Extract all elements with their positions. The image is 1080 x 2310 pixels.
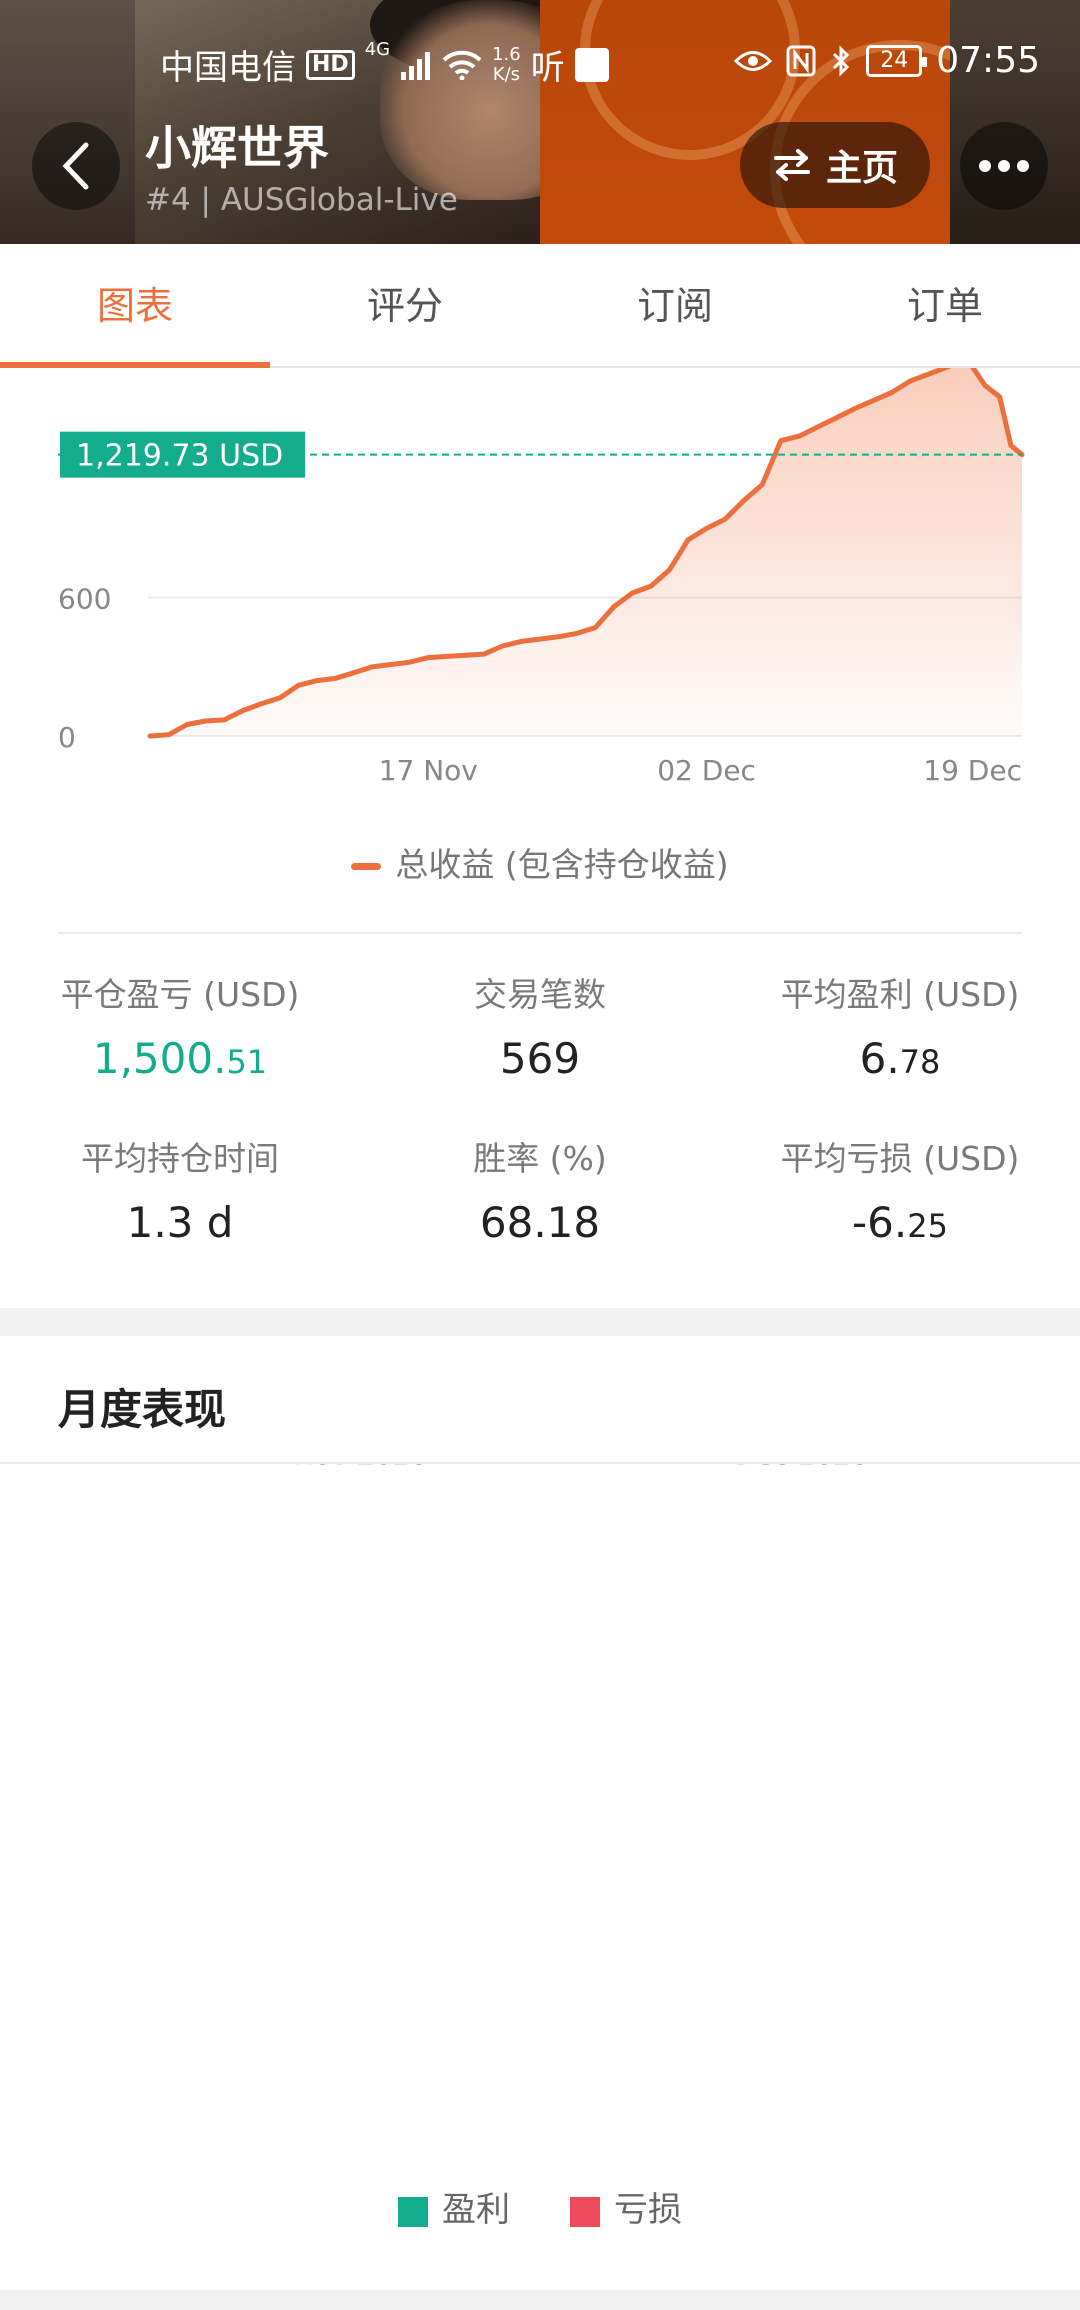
stat-label: 平仓盈亏 (USD): [60, 975, 300, 1014]
x-tick-label: 02 Dec: [657, 754, 756, 787]
bluetooth-icon: [833, 44, 850, 77]
tab-bar: 图表 评分 订阅 订单: [0, 244, 1080, 368]
y-tick-label: 600: [58, 583, 111, 616]
chevron-left-icon: [62, 142, 89, 190]
carrier-label: 中国电信: [160, 48, 296, 88]
equity-chart: 0 600 17 Nov 02 Dec 19 Dec 1,219.73 USD: [58, 368, 1025, 787]
stat-value: 68.18: [479, 1198, 601, 1247]
monthly-performance-section: 月度表现 04008001.2K1.6KNov 2020Dec 2020 盈利 …: [0, 1336, 1080, 2290]
tab-rating[interactable]: 评分: [270, 244, 540, 366]
stat-value: 569: [499, 1034, 581, 1083]
equity-area: [150, 368, 1022, 736]
page-title: 小辉世界: [145, 121, 329, 175]
more-dot-icon: [998, 160, 1010, 172]
legend-label: 总收益 (包含持仓收益): [395, 845, 729, 884]
stat-label: 交易笔数: [474, 975, 606, 1014]
stat-value: 1.3 d: [126, 1198, 234, 1247]
clock: 07:55: [936, 40, 1040, 81]
tab-subscribe[interactable]: 订阅: [540, 244, 810, 366]
signal-icon: [401, 51, 431, 80]
network-type: 4G: [364, 39, 391, 60]
more-options-button[interactable]: [960, 122, 1048, 210]
tab-chart[interactable]: 图表: [0, 244, 270, 368]
stat-label: 平均亏损 (USD): [780, 1139, 1020, 1178]
legend-label-loss: 亏损: [614, 2190, 682, 2230]
battery-icon: 24: [866, 44, 928, 77]
listen-app-icon: 听: [530, 48, 565, 88]
stat-trades: 交易笔数 569: [360, 968, 720, 1083]
section-title: 月度表现: [58, 1385, 227, 1434]
stat-label: 平均盈利 (USD): [780, 975, 1020, 1014]
stat-value-int: 1,500.: [92, 1034, 227, 1083]
app-root: 中国电信 HD 4G 1.6 K/s 听 24 07:55 小辉世界 #4 | …: [0, 0, 1080, 2310]
net-speed-unit: K/s: [492, 63, 521, 85]
title-block: 小辉世界 #4 | AUSGlobal-Live: [145, 118, 458, 218]
stat-avg-loss: 平均亏损 (USD) -6.25: [720, 1132, 1080, 1247]
stat-avg-hold-time: 平均持仓时间 1.3 d: [0, 1132, 360, 1247]
legend-item-loss[interactable]: 亏损: [570, 2182, 682, 2231]
hd-badge: HD: [306, 49, 355, 80]
profile-header: 中国电信 HD 4G 1.6 K/s 听 24 07:55 小辉世界 #4 | …: [0, 0, 1080, 244]
more-dot-icon: [979, 160, 991, 172]
stat-value-int: -6.: [852, 1198, 908, 1247]
stat-win-rate: 胜率 (%) 68.18: [360, 1132, 720, 1247]
wifi-icon: [442, 50, 482, 80]
x-tick-label: Dec 2020: [734, 1464, 868, 1471]
x-tick-label: 19 Dec: [923, 754, 1022, 787]
stat-value-dec: 78: [899, 1043, 941, 1081]
stat-avg-profit: 平均盈利 (USD) 6.78: [720, 968, 1080, 1083]
back-button[interactable]: [32, 122, 120, 210]
legend-swatch-profit: [398, 2196, 428, 2227]
equity-legend: 总收益 (包含持仓收益): [0, 838, 1080, 886]
account-subtitle: #4 | AUSGlobal-Live: [145, 182, 458, 218]
more-dot-icon: [1017, 160, 1029, 172]
x-tick-label: Nov 2020: [293, 1464, 428, 1471]
bar-legend: 盈利 亏损: [0, 2182, 1080, 2231]
stat-value-dec: 51: [226, 1043, 268, 1081]
status-bar: 中国电信 HD 4G 1.6 K/s 听 24 07:55: [0, 32, 1080, 92]
stat-value: 6.78: [720, 1034, 1080, 1083]
swap-icon: [773, 149, 810, 181]
legend-swatch: [351, 863, 382, 870]
home-button[interactable]: 主页: [740, 122, 930, 208]
stat-value: -6.25: [720, 1198, 1080, 1247]
legend-item-profit[interactable]: 盈利: [398, 2182, 510, 2231]
app-notification-icon: [574, 47, 609, 82]
stat-value: 1,500.51: [0, 1034, 360, 1083]
eye-icon: [734, 50, 773, 71]
x-tick-label: 17 Nov: [379, 754, 478, 787]
stat-value-dec: 25: [907, 1207, 948, 1245]
tab-orders[interactable]: 订单: [810, 244, 1080, 366]
stat-label: 胜率 (%): [473, 1139, 607, 1178]
stat-closed-pl: 平仓盈亏 (USD) 1,500.51: [0, 968, 360, 1083]
monthly-bar-chart: 04008001.2K1.6KNov 2020Dec 2020: [293, 1464, 869, 1471]
stat-value-int: 6.: [859, 1034, 900, 1083]
net-speed: 1.6 K/s: [492, 43, 521, 85]
home-button-label: 主页: [825, 148, 898, 189]
legend-swatch-loss: [570, 2196, 600, 2227]
nfc-icon: [786, 45, 816, 76]
stat-label: 平均持仓时间: [81, 1139, 279, 1178]
net-speed-value: 1.6: [492, 43, 521, 65]
y-tick-label: 0: [58, 721, 76, 754]
divider: [58, 932, 1022, 934]
legend-label-profit: 盈利: [442, 2190, 510, 2230]
equity-chart-section: 0 600 17 Nov 02 Dec 19 Dec 1,219.73 USD 总收益 (…: [0, 368, 1080, 1308]
current-value-label: 1,219.73 USD: [76, 439, 283, 474]
